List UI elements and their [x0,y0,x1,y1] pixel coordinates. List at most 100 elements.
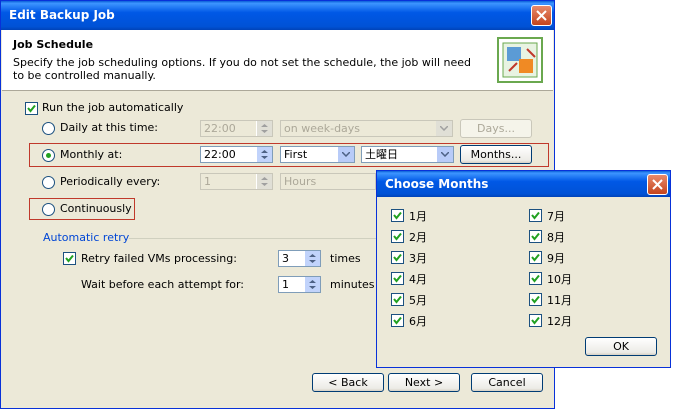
back-button[interactable]: < Back [312,373,384,392]
checkmark-icon [393,232,402,241]
retry-count-spinner[interactable] [304,251,320,266]
retry-checkbox[interactable] [63,252,76,265]
month-checkbox[interactable] [391,314,404,327]
month-checkbox[interactable] [529,230,542,243]
automatic-retry-group-label: Automatic retry [43,231,130,244]
month-checkbox[interactable] [391,230,404,243]
month-checkbox[interactable] [529,251,542,264]
monthly-time-value: 22:00 [204,148,236,161]
daily-days-dropdown[interactable] [436,121,452,136]
run-automatically-checkbox[interactable] [25,102,38,115]
daily-days-select[interactable]: on week-days [280,120,453,137]
periodically-radio[interactable] [42,176,55,189]
spinner-arrows-icon [261,150,268,159]
chevron-down-icon [441,152,449,157]
month-checkbox[interactable] [529,209,542,222]
popup-title-bar[interactable]: Choose Months [377,171,670,197]
month-label: 12月 [547,315,572,328]
periodically-label: Periodically every: [60,175,161,188]
close-icon [536,10,547,21]
checkmark-icon [393,211,402,220]
popup-close-button[interactable] [647,174,668,195]
days-button[interactable]: Days... [460,119,532,138]
daily-days-value: on week-days [284,122,361,135]
checkmark-icon [531,316,540,325]
window-title: Edit Backup Job [9,8,115,22]
month-label: 8月 [547,231,565,244]
checkmark-icon [393,253,402,262]
monthly-day-select[interactable]: 土曜日 [361,146,454,163]
ok-button[interactable]: OK [585,337,657,356]
month-checkbox[interactable] [529,272,542,285]
wait-minutes-spinner[interactable] [304,277,320,292]
checkmark-icon [531,274,540,283]
month-label: 11月 [547,294,572,307]
retry-count-value: 3 [282,252,289,265]
daily-time-input[interactable]: 22:00 [200,120,273,137]
retry-group-divider [129,238,379,239]
chevron-down-icon [342,152,350,157]
periodic-unit-select[interactable]: Hours [280,173,376,190]
checkmark-icon [393,316,402,325]
wait-unit-label: minutes [330,278,375,291]
month-label: 2月 [409,231,427,244]
month-label: 1月 [409,210,427,223]
monthly-time-spinner[interactable] [256,147,272,162]
checkmark-icon [531,295,540,304]
cancel-button[interactable]: Cancel [471,373,543,392]
chevron-down-icon [440,126,448,131]
daily-time-spinner[interactable] [256,121,272,136]
popup-title: Choose Months [385,177,489,191]
monthly-week-select[interactable]: First [280,146,355,163]
checkmark-icon [27,104,36,113]
spinner-arrows-icon [309,280,316,289]
retry-count-input[interactable]: 3 [278,250,321,267]
checkmark-icon [393,274,402,283]
monthly-day-dropdown[interactable] [437,147,453,162]
daily-time-value: 22:00 [204,122,236,135]
title-bar[interactable]: Edit Backup Job [1,1,554,30]
wait-minutes-value: 1 [282,278,289,291]
monthly-time-input[interactable]: 22:00 [200,146,273,163]
month-label: 5月 [409,294,427,307]
month-checkbox[interactable] [391,293,404,306]
month-checkbox[interactable] [391,251,404,264]
month-checkbox[interactable] [391,272,404,285]
months-button[interactable]: Months... [460,145,532,164]
close-icon [652,179,663,190]
periodic-spinner[interactable] [256,174,272,189]
month-checkbox[interactable] [529,314,542,327]
choose-months-dialog: Choose Months 1月 2月 3月 4月 5月 6月 7月 8月 9月 10月 11月 1… [376,170,671,368]
month-checkbox[interactable] [391,209,404,222]
month-label: 7月 [547,210,565,223]
month-label: 6月 [409,315,427,328]
continuously-label: Continuously [60,202,132,215]
daily-radio[interactable] [42,122,55,135]
wait-minutes-input[interactable]: 1 [278,276,321,293]
header-title: Job Schedule [13,38,94,51]
periodic-unit-value: Hours [284,175,317,188]
checkmark-icon [531,232,540,241]
retry-label: Retry failed VMs processing: [81,252,237,265]
checkmark-icon [393,295,402,304]
retry-unit-label: times [330,252,361,265]
wizard-header: Job Schedule Specify the job scheduling … [2,30,553,91]
monthly-day-value: 土曜日 [365,148,398,161]
checkmark-icon [65,254,74,263]
spinner-arrows-icon [261,124,268,133]
continuously-radio[interactable] [42,203,55,216]
next-button[interactable]: Next > [388,373,460,392]
month-label: 4月 [409,273,427,286]
close-button[interactable] [531,5,552,26]
month-label: 3月 [409,252,427,265]
month-checkbox[interactable] [529,293,542,306]
header-description: Specify the job scheduling options. If y… [13,56,472,82]
month-label: 10月 [547,273,572,286]
spinner-arrows-icon [309,254,316,263]
spinner-arrows-icon [261,177,268,186]
backup-job-icon [497,37,543,83]
monthly-radio[interactable] [42,149,55,162]
run-automatically-label: Run the job automatically [42,101,184,114]
monthly-week-dropdown[interactable] [338,147,354,162]
periodic-value-input[interactable]: 1 [200,173,273,190]
